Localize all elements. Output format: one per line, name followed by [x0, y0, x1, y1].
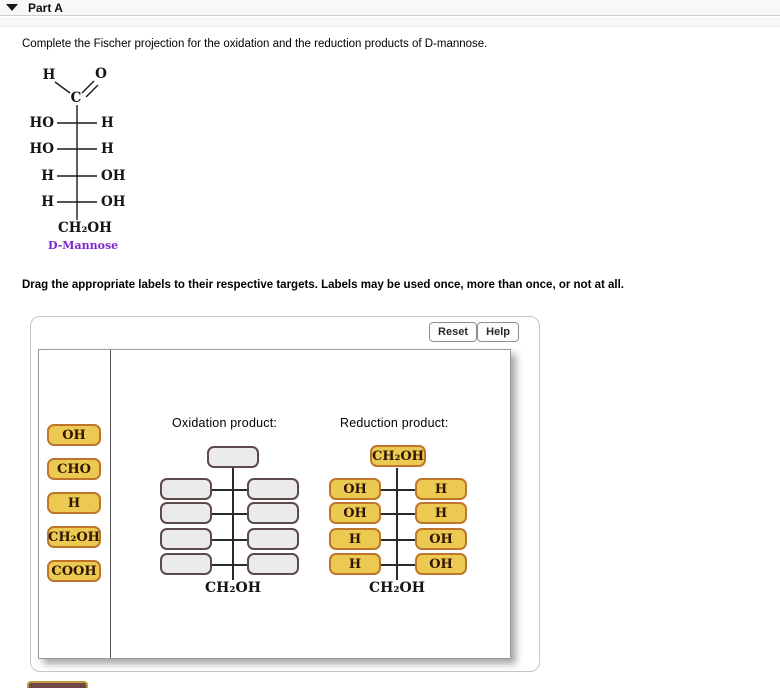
- reduction-bottom-ch2oh: CH₂OH: [369, 580, 425, 596]
- part-header: Part A: [0, 0, 780, 16]
- oxidation-row3-right-target[interactable]: [247, 528, 299, 550]
- drag-instruction-text: Drag the appropriate labels to their res…: [22, 279, 624, 291]
- oxidation-row4-bond: [210, 564, 250, 566]
- aldehyde-o: O: [95, 66, 107, 82]
- collapse-triangle-icon[interactable]: [6, 4, 18, 11]
- row2-right: H: [101, 141, 114, 157]
- reduction-row1-right-chip[interactable]: H: [415, 478, 467, 500]
- submit-button[interactable]: [27, 681, 88, 688]
- row4-left: H: [41, 194, 54, 210]
- oxidation-row1-right-target[interactable]: [247, 478, 299, 500]
- oxidation-row2-right-target[interactable]: [247, 502, 299, 524]
- reduction-row1-bond: [379, 489, 417, 491]
- reduction-top-chip[interactable]: CH₂OH: [370, 445, 426, 467]
- oxidation-row3-bond: [210, 539, 250, 541]
- reduction-row2-left-chip[interactable]: OH: [329, 502, 381, 524]
- reduction-row3-bond: [379, 539, 417, 541]
- h-c-bond: [54, 81, 71, 94]
- aldehyde-c: C: [71, 90, 82, 106]
- row4-right: OH: [101, 194, 126, 210]
- reduction-row2-bond: [379, 513, 417, 515]
- bank-label-cho[interactable]: CHO: [47, 458, 101, 480]
- drag-drop-container: Reset Help OH CHO H CH₂OH COOH Oxidation…: [30, 316, 540, 672]
- reduction-title: Reduction product:: [340, 416, 449, 430]
- reduction-row3-right-chip[interactable]: OH: [415, 528, 467, 550]
- oxidation-title: Oxidation product:: [172, 416, 278, 430]
- reduction-row4-left-chip[interactable]: H: [329, 553, 381, 575]
- part-title: Part A: [28, 1, 63, 15]
- help-button[interactable]: Help: [477, 322, 519, 342]
- mannose-caption: D-Mannose: [48, 239, 118, 252]
- row1-right: H: [101, 115, 114, 131]
- oxidation-bottom-ch2oh: CH₂OH: [205, 580, 261, 596]
- aldehyde-h: H: [43, 67, 56, 83]
- reduction-row3-left-chip[interactable]: H: [329, 528, 381, 550]
- instruction-text: Complete the Fischer projection for the …: [22, 38, 488, 50]
- reduction-row1-left-chip[interactable]: OH: [329, 478, 381, 500]
- reduction-row4-bond: [379, 564, 417, 566]
- row3-right: OH: [101, 168, 126, 184]
- mannose-fischer-projection: H O C HO H HO H H OH H OH CH₂OH D-Mannos…: [29, 66, 126, 252]
- reduction-row4-right-chip[interactable]: OH: [415, 553, 467, 575]
- oxidation-row1-bond: [210, 489, 250, 491]
- oxidation-row4-right-target[interactable]: [247, 553, 299, 575]
- bank-label-h[interactable]: H: [47, 492, 101, 514]
- bank-label-cooh[interactable]: COOH: [47, 560, 101, 582]
- label-bank-divider: [110, 350, 111, 658]
- oxidation-row2-bond: [210, 513, 250, 515]
- oxidation-row4-left-target[interactable]: [160, 553, 212, 575]
- row1-left: HO: [29, 115, 54, 131]
- bank-label-oh[interactable]: OH: [47, 424, 101, 446]
- row3-left: H: [41, 168, 54, 184]
- bank-label-ch2oh[interactable]: CH₂OH: [47, 526, 101, 548]
- oxidation-top-target[interactable]: [207, 446, 259, 468]
- activity-canvas: OH CHO H CH₂OH COOH Oxidation product: C…: [38, 349, 511, 659]
- header-strip: [0, 17, 780, 27]
- bottom-ch2oh: CH₂OH: [58, 220, 112, 236]
- reduction-row2-right-chip[interactable]: H: [415, 502, 467, 524]
- oxidation-row3-left-target[interactable]: [160, 528, 212, 550]
- row2-left: HO: [29, 141, 54, 157]
- oxidation-row1-left-target[interactable]: [160, 478, 212, 500]
- oxidation-row2-left-target[interactable]: [160, 502, 212, 524]
- reset-button[interactable]: Reset: [429, 322, 477, 342]
